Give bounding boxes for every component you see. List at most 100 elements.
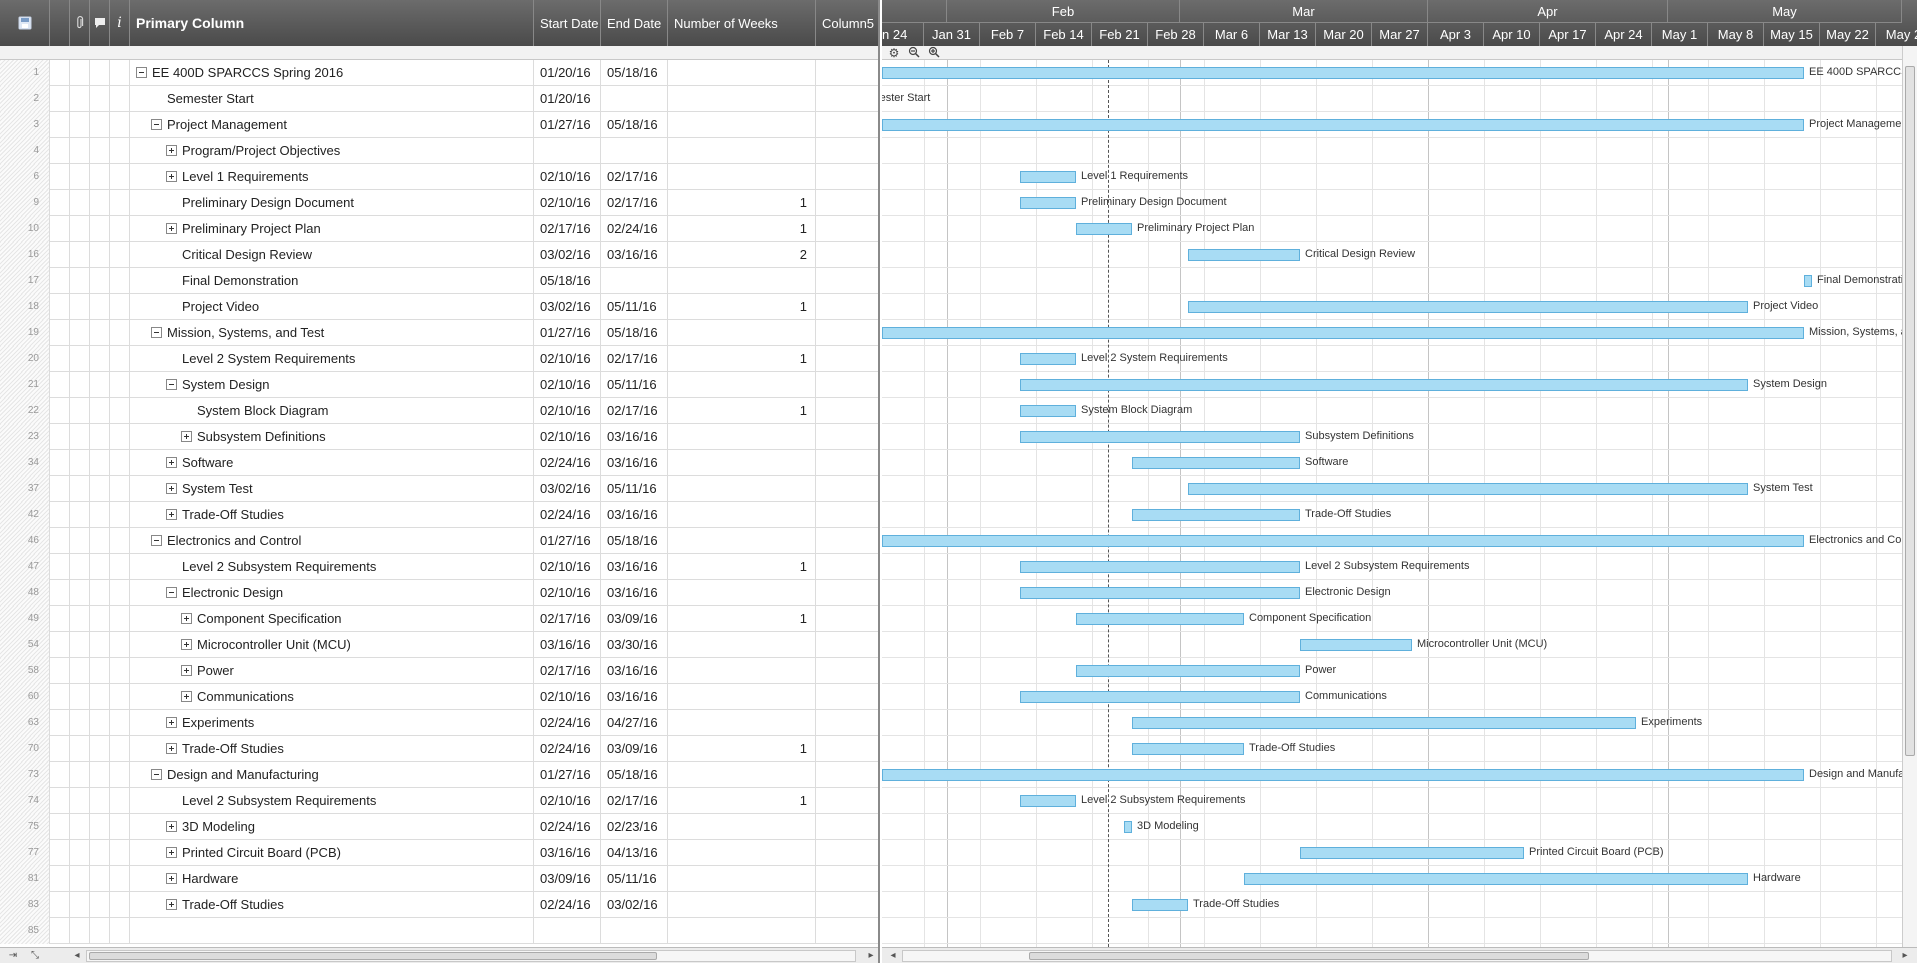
- gantt-bar[interactable]: [1020, 197, 1076, 209]
- gantt-bar[interactable]: [1076, 665, 1300, 677]
- attachment-cell[interactable]: [70, 892, 90, 918]
- end-date-cell[interactable]: 05/11/16: [601, 294, 668, 320]
- expand-icon[interactable]: [181, 691, 192, 703]
- row-marker-cell[interactable]: [50, 190, 70, 216]
- row-marker-cell[interactable]: [50, 112, 70, 138]
- collapse-icon[interactable]: ⤡: [28, 950, 42, 962]
- row-marker-cell[interactable]: [50, 606, 70, 632]
- comment-cell[interactable]: [90, 86, 110, 112]
- row-number-cell[interactable]: 34: [0, 450, 50, 476]
- row-number-cell[interactable]: 49: [0, 606, 50, 632]
- primary-cell[interactable]: Trade-Off Studies: [130, 736, 534, 762]
- comment-cell[interactable]: [90, 892, 110, 918]
- end-date-column-header[interactable]: End Date: [601, 0, 668, 46]
- comment-cell[interactable]: [90, 320, 110, 346]
- gantt-scroll-left-icon[interactable]: ◂: [886, 950, 900, 962]
- primary-cell[interactable]: Level 1 Requirements: [130, 164, 534, 190]
- weeks-cell[interactable]: [668, 372, 816, 398]
- attachment-cell[interactable]: [70, 684, 90, 710]
- row-number-cell[interactable]: 74: [0, 788, 50, 814]
- end-date-cell[interactable]: 05/18/16: [601, 528, 668, 554]
- end-date-cell[interactable]: [601, 918, 668, 944]
- expand-icon[interactable]: [166, 483, 177, 495]
- start-date-cell[interactable]: 02/10/16: [534, 580, 601, 606]
- end-date-cell[interactable]: 03/16/16: [601, 580, 668, 606]
- indent-icon[interactable]: ⇥: [6, 950, 20, 962]
- info-cell[interactable]: [110, 112, 130, 138]
- weeks-cell[interactable]: [668, 684, 816, 710]
- start-date-cell[interactable]: 02/24/16: [534, 710, 601, 736]
- attachment-cell[interactable]: [70, 190, 90, 216]
- comment-cell[interactable]: [90, 528, 110, 554]
- attachment-cell[interactable]: [70, 268, 90, 294]
- table-row[interactable]: 60 Communications 02/10/16 03/16/16: [0, 684, 878, 710]
- expand-icon[interactable]: [166, 899, 177, 911]
- end-date-cell[interactable]: 02/24/16: [601, 216, 668, 242]
- weeks-cell[interactable]: [668, 450, 816, 476]
- row-number-cell[interactable]: 48: [0, 580, 50, 606]
- primary-column-header[interactable]: Primary Column: [130, 0, 534, 46]
- row-marker-cell[interactable]: [50, 866, 70, 892]
- attachments-column-header[interactable]: [70, 0, 90, 46]
- gantt-scroll-right-icon[interactable]: ▸: [1898, 950, 1912, 962]
- row-marker-cell[interactable]: [50, 918, 70, 944]
- attachment-cell[interactable]: [70, 632, 90, 658]
- table-row[interactable]: 20 Level 2 System Requirements 02/10/16 02/…: [0, 346, 878, 372]
- attachment-cell[interactable]: [70, 216, 90, 242]
- gantt-horizontal-scrollbar[interactable]: [902, 950, 1892, 962]
- comment-cell[interactable]: [90, 398, 110, 424]
- start-date-cell[interactable]: 02/24/16: [534, 502, 601, 528]
- comment-cell[interactable]: [90, 476, 110, 502]
- comment-cell[interactable]: [90, 346, 110, 372]
- weeks-cell[interactable]: [668, 528, 816, 554]
- table-row[interactable]: 2 Semester Start 01/20/16: [0, 86, 878, 112]
- start-date-cell[interactable]: 03/09/16: [534, 866, 601, 892]
- info-cell[interactable]: [110, 892, 130, 918]
- weeks-cell[interactable]: [668, 320, 816, 346]
- attachment-cell[interactable]: [70, 86, 90, 112]
- start-date-cell[interactable]: [534, 918, 601, 944]
- row-number-cell[interactable]: 46: [0, 528, 50, 554]
- end-date-cell[interactable]: 05/18/16: [601, 112, 668, 138]
- primary-cell[interactable]: Component Specification: [130, 606, 534, 632]
- attachment-cell[interactable]: [70, 814, 90, 840]
- comment-cell[interactable]: [90, 242, 110, 268]
- start-date-cell[interactable]: 02/24/16: [534, 892, 601, 918]
- gantt-settings-button[interactable]: ⚙: [886, 46, 902, 60]
- table-row[interactable]: 81 Hardware 03/09/16 05/11/16: [0, 866, 878, 892]
- end-date-cell[interactable]: 05/11/16: [601, 372, 668, 398]
- start-date-cell[interactable]: 02/10/16: [534, 684, 601, 710]
- attachment-cell[interactable]: [70, 476, 90, 502]
- attachment-cell[interactable]: [70, 918, 90, 944]
- attachment-cell[interactable]: [70, 294, 90, 320]
- weeks-cell[interactable]: [668, 112, 816, 138]
- gantt-bar[interactable]: [882, 67, 1804, 79]
- start-date-cell[interactable]: 01/27/16: [534, 320, 601, 346]
- attachment-cell[interactable]: [70, 554, 90, 580]
- comment-cell[interactable]: [90, 502, 110, 528]
- attachment-cell[interactable]: [70, 606, 90, 632]
- comment-cell[interactable]: [90, 788, 110, 814]
- table-row[interactable]: 37 System Test 03/02/16 05/11/16: [0, 476, 878, 502]
- scroll-right-icon[interactable]: ▸: [864, 950, 878, 962]
- gantt-bar[interactable]: [1020, 431, 1300, 443]
- primary-cell[interactable]: Electronics and Control: [130, 528, 534, 554]
- column5-cell[interactable]: [816, 450, 878, 476]
- row-marker-cell[interactable]: [50, 450, 70, 476]
- expand-icon[interactable]: [181, 431, 192, 443]
- row-marker-cell[interactable]: [50, 242, 70, 268]
- gantt-bar[interactable]: [1020, 587, 1300, 599]
- column5-cell[interactable]: [816, 346, 878, 372]
- gantt-bar[interactable]: [1124, 821, 1132, 833]
- collapse-icon[interactable]: [151, 119, 162, 131]
- info-cell[interactable]: [110, 736, 130, 762]
- attachment-cell[interactable]: [70, 658, 90, 684]
- primary-cell[interactable]: Communications: [130, 684, 534, 710]
- column5-cell[interactable]: [816, 840, 878, 866]
- comment-cell[interactable]: [90, 164, 110, 190]
- row-marker-cell[interactable]: [50, 580, 70, 606]
- comment-cell[interactable]: [90, 632, 110, 658]
- start-date-cell[interactable]: 02/10/16: [534, 346, 601, 372]
- save-button[interactable]: [0, 0, 50, 46]
- comment-cell[interactable]: [90, 424, 110, 450]
